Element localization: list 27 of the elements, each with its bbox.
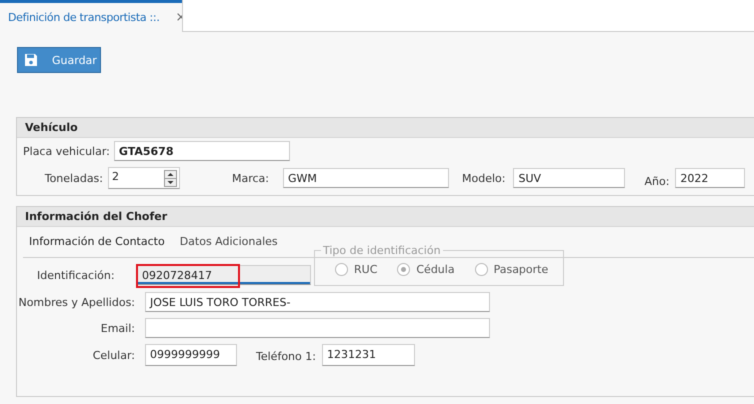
field-label: Modelo:	[462, 172, 506, 184]
document-tab[interactable]: Definición de transportista ::.	[8, 11, 160, 24]
input-field[interactable]	[145, 318, 490, 338]
input-field[interactable]: 2022	[675, 168, 746, 188]
field-label: Teléfono 1:	[256, 350, 316, 363]
field-label: Toneladas:	[44, 172, 103, 184]
tab[interactable]: Información de Contacto	[29, 235, 165, 257]
input-field[interactable]: 2	[112, 170, 119, 186]
field-label: Placa vehicular:	[23, 144, 110, 158]
field-label: Año:	[644, 174, 670, 188]
field-label: Identificación:	[37, 268, 116, 282]
input-field[interactable]: SUV	[513, 168, 626, 188]
input-field[interactable]: GTA5678	[114, 141, 290, 161]
input-field[interactable]: JOSE LUIS TORO TORRES-	[145, 292, 490, 312]
group-label: Tipo de identificación	[321, 244, 443, 257]
input-field[interactable]: 1231231	[322, 344, 415, 366]
section-title: Vehículo	[17, 118, 754, 138]
save-button[interactable]: Guardar	[17, 47, 101, 73]
input-field[interactable]: GWM	[283, 168, 450, 188]
field-label: Email:	[100, 322, 135, 334]
field-label: Celular:	[92, 348, 135, 362]
spinner-arrows-icon[interactable]	[164, 170, 177, 187]
section-title: Información del Chofer	[17, 207, 754, 227]
tab[interactable]: Datos Adicionales	[180, 235, 278, 257]
field-label: Marca:	[232, 172, 270, 184]
input-field[interactable]: 0999999999	[145, 344, 237, 366]
field-label: Nombres y Apellidos:	[17, 296, 135, 308]
